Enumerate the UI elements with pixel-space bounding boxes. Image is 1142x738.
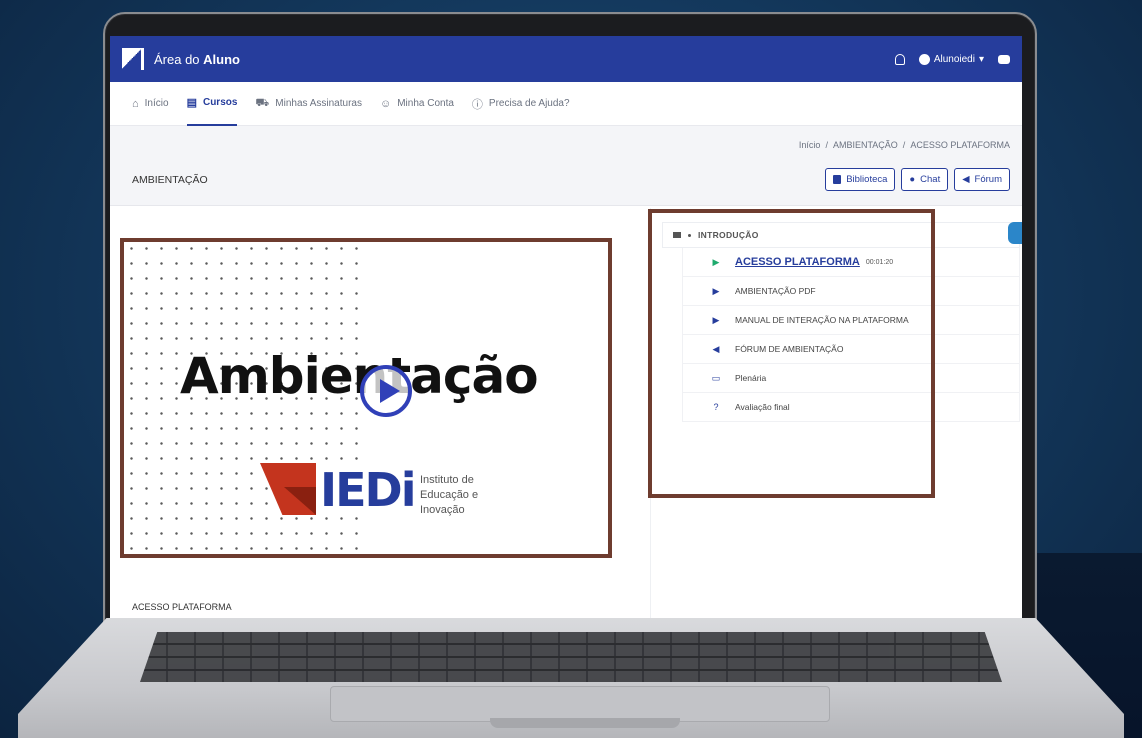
user-avatar-icon xyxy=(918,53,930,65)
chat-icon: ● xyxy=(909,174,916,185)
cart-icon: ⛟ xyxy=(255,96,270,109)
brand-bold: Aluno xyxy=(203,51,240,67)
library-button[interactable]: Biblioteca xyxy=(825,168,896,191)
brand-title: Área do Aluno xyxy=(154,52,240,67)
user-icon: ☺ xyxy=(379,97,392,110)
brand-prefix: Área do xyxy=(154,51,200,67)
forum-button-label: Fórum xyxy=(974,174,1002,185)
help-icon: ⓘ xyxy=(471,98,483,111)
breadcrumb-separator: / xyxy=(825,140,828,150)
nav-item-ajuda[interactable]: ⓘ Precisa de Ajuda? xyxy=(472,82,570,126)
nav-item-inicio[interactable]: ⌂ Início xyxy=(132,82,169,126)
page-title: AMBIENTAÇÃO xyxy=(132,174,208,186)
top-bar: Área do Aluno Alunoiedi ▾ xyxy=(110,36,1022,82)
chat-bubble-icon[interactable] xyxy=(998,54,1010,64)
top-right-controls: Alunoiedi ▾ xyxy=(894,53,1010,65)
nav-label: Cursos xyxy=(202,97,238,108)
bell-icon[interactable] xyxy=(894,53,905,65)
book-icon xyxy=(833,175,842,184)
nav-label: Minhas Assinaturas xyxy=(275,98,362,109)
breadcrumb: Início / AMBIENTAÇÃO / ACESSO PLATAFORMA xyxy=(799,140,1010,150)
home-icon: ⌂ xyxy=(132,97,139,110)
library-button-label: Biblioteca xyxy=(846,174,888,185)
user-menu[interactable]: Alunoiedi ▾ xyxy=(918,53,984,65)
chevron-down-icon: ▾ xyxy=(978,53,984,65)
forum-button[interactable]: ◀ Fórum xyxy=(954,168,1010,191)
laptop-trackpad xyxy=(330,686,830,722)
logo-icon xyxy=(122,48,144,70)
breadcrumb-course[interactable]: AMBIENTAÇÃO xyxy=(833,140,898,150)
laptop-keyboard xyxy=(140,632,1002,682)
breadcrumb-current: ACESSO PLATAFORMA xyxy=(910,140,1010,150)
main-nav: ⌂ Início ▤ Cursos ⛟ Minhas Assinaturas ☺… xyxy=(110,82,1022,126)
laptop-lip xyxy=(490,718,680,728)
lesson-title: ACESSO PLATAFORMA xyxy=(132,602,232,612)
nav-item-conta[interactable]: ☺ Minha Conta xyxy=(380,82,454,126)
header-buttons: Biblioteca ● Chat ◀ Fórum xyxy=(825,168,1010,191)
nav-label: Precisa de Ajuda? xyxy=(488,98,570,109)
breadcrumb-home[interactable]: Início xyxy=(799,140,821,150)
nav-item-assinaturas[interactable]: ⛟ Minhas Assinaturas xyxy=(255,82,362,126)
megaphone-icon: ◀ xyxy=(962,174,970,185)
highlight-box-course-list xyxy=(648,209,935,498)
nav-label: Início xyxy=(144,98,169,109)
highlight-box-video xyxy=(120,238,612,558)
chat-button-label: Chat xyxy=(920,174,941,185)
nav-item-cursos[interactable]: ▤ Cursos xyxy=(186,82,238,126)
chat-button[interactable]: ● Chat xyxy=(901,168,949,191)
user-name: Alunoiedi xyxy=(933,53,975,65)
nav-label: Minha Conta xyxy=(397,98,454,109)
settings-tab-icon[interactable] xyxy=(1008,222,1022,244)
page-header: Início / AMBIENTAÇÃO / ACESSO PLATAFORMA… xyxy=(110,126,1022,206)
breadcrumb-separator: / xyxy=(902,140,906,150)
book-icon: ▤ xyxy=(186,97,197,109)
